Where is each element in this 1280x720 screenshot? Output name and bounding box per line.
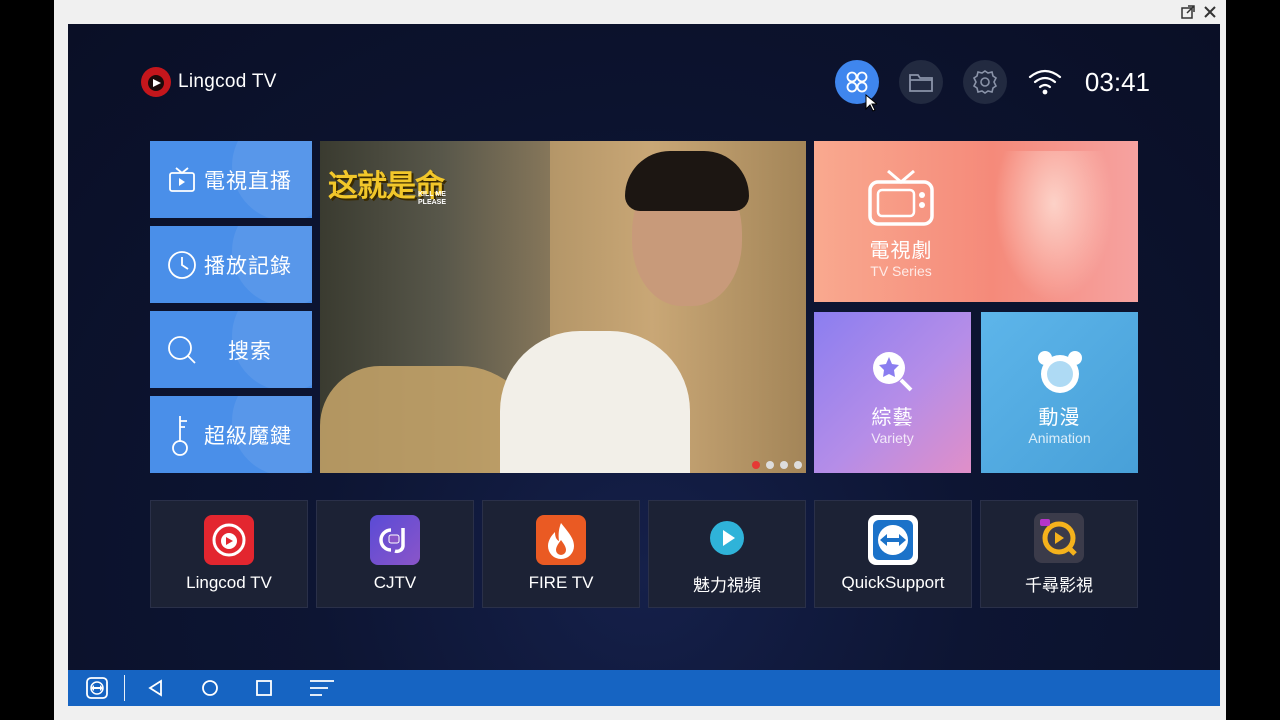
back-icon: [148, 679, 162, 697]
animation-title: 動漫: [1038, 407, 1081, 429]
category-tv-series[interactable]: 電視劇 TV Series: [814, 141, 1138, 302]
popout-icon[interactable]: [1180, 4, 1196, 20]
app-charm-video[interactable]: 魅力視頻: [648, 500, 806, 608]
menu-button[interactable]: [309, 679, 335, 697]
menu-live-tv[interactable]: 電視直播: [150, 141, 312, 218]
carousel-dot[interactable]: [766, 461, 774, 469]
menu-search-label: 搜索: [228, 339, 272, 363]
mouse-cursor-icon: [865, 94, 877, 112]
flame-icon: [548, 523, 574, 559]
bear-icon: [1037, 351, 1082, 393]
lingcod-logo-icon: [141, 67, 171, 97]
carousel-dot[interactable]: [794, 461, 802, 469]
window-controls: [1180, 4, 1218, 20]
folder-icon: [909, 74, 933, 92]
category-variety[interactable]: 綜藝 Variety: [814, 312, 971, 473]
app-name: QuickSupport: [841, 573, 945, 592]
lingcod-app-icon: [212, 523, 246, 557]
banner-subtitle: KILL ME PLEASE: [418, 191, 447, 206]
variety-title: 綜藝: [871, 407, 914, 429]
app-name: CJTV: [373, 573, 417, 592]
recents-icon: [256, 680, 272, 696]
search-icon: [168, 335, 196, 364]
menu-icon: [310, 680, 334, 696]
clock: 03:41: [1084, 66, 1150, 97]
system-navbar: [68, 670, 1220, 706]
app-row: Lingcod TV CJTV FIRE TV 魅力視頻 QuickSuppor…: [150, 500, 1138, 608]
tv-icon: [169, 166, 195, 192]
tv-series-subtitle: TV Series: [870, 263, 932, 279]
menu-live-tv-label: 電視直播: [204, 169, 292, 193]
carousel-dot[interactable]: [752, 461, 760, 469]
navbar-divider: [124, 675, 125, 701]
files-button[interactable]: [898, 60, 943, 104]
wifi-icon: [1028, 69, 1062, 95]
app-fire-tv[interactable]: FIRE TV: [482, 500, 640, 608]
qianxun-app-icon: [1040, 518, 1077, 556]
menu-search[interactable]: 搜索: [150, 311, 312, 388]
app-name: FIRE TV: [528, 573, 594, 592]
settings-button[interactable]: [962, 60, 1007, 104]
top-toolbar: 03:41: [834, 60, 1150, 104]
menu-history[interactable]: 播放記錄: [150, 226, 312, 303]
cjtv-app-icon: [379, 528, 405, 554]
home-button[interactable]: [201, 679, 219, 697]
app-cjtv[interactable]: CJTV: [316, 500, 474, 608]
featured-banner[interactable]: 这就是命 KILL ME PLEASE: [320, 141, 806, 473]
clock-icon: [168, 250, 196, 279]
carousel-dot[interactable]: [780, 461, 788, 469]
tv-series-figure: [994, 151, 1114, 302]
recents-button[interactable]: [255, 679, 273, 697]
teamviewer-button[interactable]: [86, 677, 108, 699]
back-button[interactable]: [147, 679, 165, 697]
left-menu: 電視直播 播放記錄 搜索 超級魔鍵: [150, 141, 312, 481]
menu-history-label: 播放記錄: [204, 254, 292, 278]
tv-series-title: 電視劇: [869, 240, 933, 262]
home-icon: [202, 680, 218, 696]
play-app-icon: [710, 520, 744, 555]
wifi-status: [1027, 67, 1063, 97]
variety-subtitle: Variety: [871, 430, 914, 446]
teamviewer-icon: [86, 677, 108, 699]
category-animation[interactable]: 動漫 Animation: [981, 312, 1138, 473]
menu-super-key[interactable]: 超級魔鍵: [150, 396, 312, 473]
app-name: Lingcod TV: [186, 573, 272, 592]
menu-super-key-label: 超級魔鍵: [204, 424, 292, 448]
star-search-icon: [872, 352, 912, 392]
quicksupport-app-icon: [873, 520, 913, 560]
banner-figure-hair: [625, 151, 749, 211]
app-quicksupport[interactable]: QuickSupport: [814, 500, 972, 608]
tv-screen: Lingcod TV 03:41 電視直播 播放記錄 搜索 超級魔鍵 这就是命 …: [68, 24, 1220, 670]
app-name: 千尋影視: [1025, 575, 1093, 595]
banner-figure-body: [500, 331, 690, 473]
brand-logo: Lingcod TV: [138, 64, 277, 100]
animation-subtitle: Animation: [1028, 430, 1091, 446]
apps-icon: [846, 71, 868, 93]
tv-icon: [868, 169, 934, 226]
app-name: 魅力視頻: [693, 575, 761, 595]
carousel-dots: [752, 461, 802, 469]
app-lingcod-tv[interactable]: Lingcod TV: [150, 500, 308, 608]
close-icon[interactable]: [1202, 4, 1218, 20]
key-icon: [172, 415, 188, 456]
brand-name: Lingcod TV: [178, 71, 277, 92]
app-qianxun-video[interactable]: 千尋影視: [980, 500, 1138, 608]
settings-icon: [972, 70, 997, 94]
